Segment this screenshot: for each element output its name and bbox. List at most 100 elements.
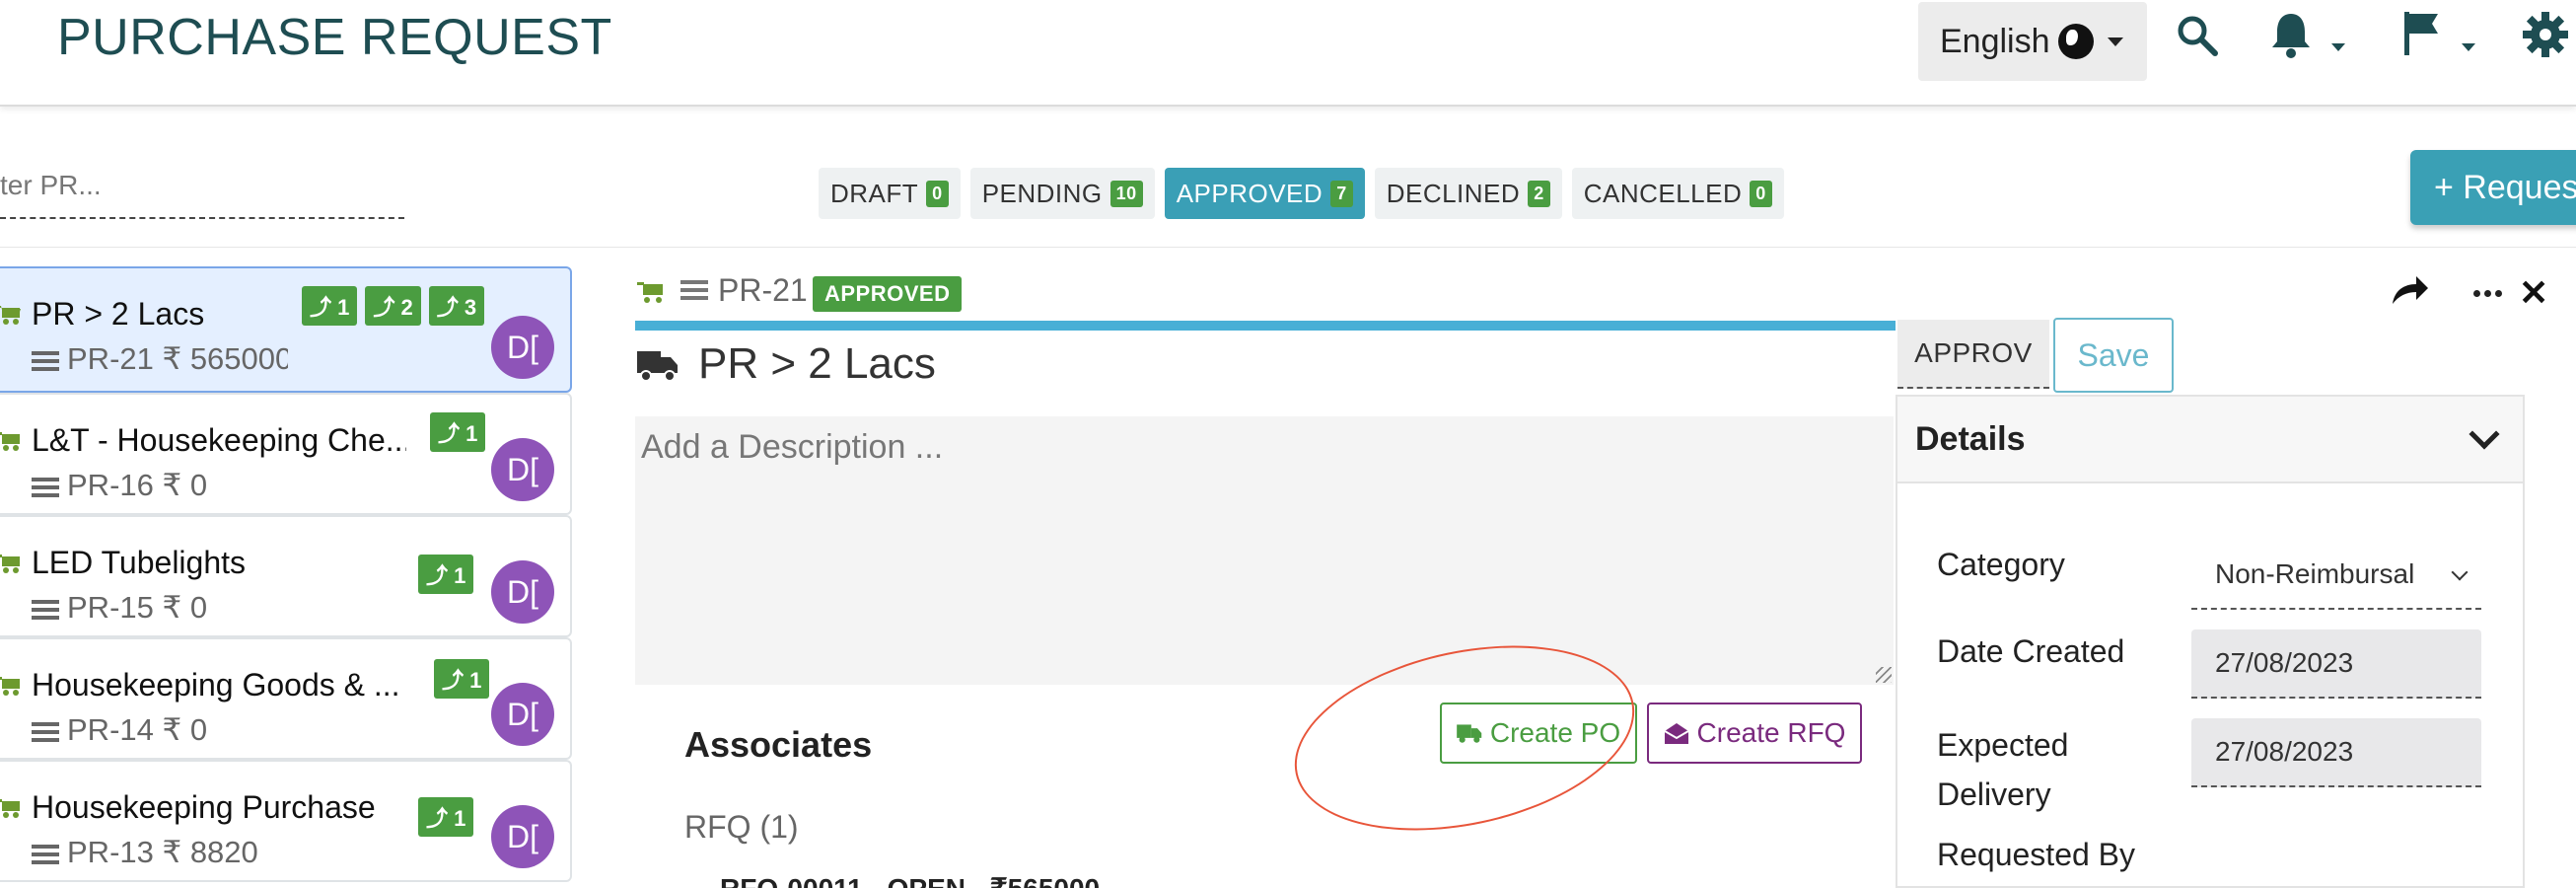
list-icon <box>32 477 59 497</box>
list-icon <box>32 844 59 864</box>
language-selector[interactable]: English <box>1918 2 2147 81</box>
cart-icon <box>0 799 20 818</box>
tab-draft[interactable]: DRAFT 0 <box>819 168 961 219</box>
flag-icon[interactable] <box>2402 10 2444 57</box>
tab-count: 7 <box>1330 180 1353 207</box>
globe-icon <box>2057 24 2094 59</box>
chevron-down-icon <box>2107 37 2123 46</box>
approval-steps: ⤴ 1 <box>418 555 474 594</box>
details-panel: Details Category Non-Reimbursal Date Cre… <box>1896 395 2525 888</box>
tab-label: PENDING <box>981 178 1103 208</box>
expected-delivery-field[interactable]: 27/08/2023 <box>2191 718 2481 787</box>
details-title: Details <box>1915 419 2026 458</box>
close-icon[interactable]: ✕ <box>2519 272 2548 314</box>
approval-steps: ⤴ 1 ⤴ 2 ⤴ 3 <box>302 286 485 326</box>
list-item[interactable]: LED Tubelights PR-15 ₹ 0 ⤴ 1 D[ <box>0 515 572 637</box>
chevron-down-icon <box>2451 563 2469 581</box>
chevron-down-icon[interactable] <box>2469 418 2500 450</box>
date-created-value: 27/08/2023 <box>2215 647 2354 678</box>
approval-steps: ⤴ 1 <box>434 659 490 699</box>
step-badge: ⤴ 1 <box>418 555 474 594</box>
tab-count: 2 <box>1528 180 1550 207</box>
avatar: D[ <box>491 683 554 746</box>
requested-by-label: Requested By <box>1937 837 2136 872</box>
date-created-field[interactable]: 27/08/2023 <box>2191 629 2481 699</box>
pr-number-amount: PR-13 ₹ 8820 <box>67 835 258 869</box>
description-textarea[interactable]: Add a Description ... <box>635 416 1894 685</box>
pr-subtitle: PR-16 ₹ 0 <box>32 468 207 503</box>
details-header[interactable]: Details <box>1897 397 2523 483</box>
avatar: D[ <box>491 805 554 868</box>
tab-declined[interactable]: DECLINED 2 <box>1374 168 1562 219</box>
tab-pending[interactable]: PENDING 10 <box>969 168 1155 219</box>
bell-icon[interactable] <box>2268 10 2314 59</box>
pr-title: L&T - Housekeeping Che... <box>32 422 406 458</box>
step-number: 1 <box>469 668 482 693</box>
expected-delivery-label: Expected Delivery <box>1937 720 2068 819</box>
step-badge: ⤴ 2 <box>365 286 421 326</box>
save-button[interactable]: Save <box>2053 318 2174 393</box>
pr-number-amount: PR-21 ₹ 565000 <box>67 341 288 376</box>
tab-cancelled[interactable]: CANCELLED 0 <box>1571 168 1784 219</box>
expected-label-line2: Delivery <box>1937 777 2051 812</box>
gear-icon[interactable] <box>2521 10 2570 59</box>
date-created-label: Date Created <box>1937 633 2125 669</box>
cart-icon <box>0 306 21 325</box>
step-badge: ⤴ 1 <box>302 286 358 326</box>
create-rfq-label: Create RFQ <box>1696 717 1846 748</box>
detail-pr-id: PR-21 <box>718 272 808 308</box>
pr-subtitle: PR-13 ₹ 8820 <box>32 835 258 870</box>
rfq-heading: RFQ (1) <box>684 809 799 845</box>
pr-subtitle: PR-14 ₹ 0 <box>32 712 207 748</box>
approve-button[interactable]: APPROV <box>1897 320 2049 389</box>
language-label: English <box>1940 22 2050 60</box>
pr-title: LED Tubelights <box>32 545 247 580</box>
category-select[interactable]: Non-Reimbursal <box>2191 541 2481 610</box>
tab-label: DECLINED <box>1386 178 1521 208</box>
status-tabs: DRAFT 0 PENDING 10 APPROVED 7 DECLINED 2 CAN… <box>819 168 1784 219</box>
cart-icon <box>0 432 20 451</box>
pr-number-amount: PR-16 ₹ 0 <box>67 468 208 502</box>
tab-label: APPROVED <box>1176 178 1324 208</box>
list-item[interactable]: PR > 2 Lacs PR-21 ₹ 565000 ⤴ 1 ⤴ 2 ⤴ 3 D… <box>0 266 572 393</box>
pr-subtitle: PR-21 ₹ 565000 <box>32 341 288 377</box>
envelope-open-icon <box>1664 723 1689 744</box>
associates-heading: Associates <box>684 724 873 765</box>
category-value: Non-Reimbursal <box>2215 558 2415 589</box>
list-icon <box>32 721 59 742</box>
new-request-button[interactable]: + Request <box>2410 150 2576 225</box>
approval-steps: ⤴ 1 <box>418 797 474 837</box>
tab-count: 0 <box>1750 180 1772 207</box>
more-options-icon[interactable] <box>2473 290 2502 297</box>
step-badge: ⤴ 1 <box>418 797 474 837</box>
step-number: 1 <box>337 295 350 320</box>
pr-number-amount: PR-14 ₹ 0 <box>67 712 208 747</box>
list-item[interactable]: Housekeeping Goods & ... PR-14 ₹ 0 ⤴ 1 D… <box>0 637 572 760</box>
tab-label: DRAFT <box>830 178 919 208</box>
list-item[interactable]: Housekeeping Purchase PR-13 ₹ 8820 ⤴ 1 D… <box>0 760 572 882</box>
page-title: PURCHASE REQUEST <box>57 9 612 66</box>
tab-label: CANCELLED <box>1583 178 1743 208</box>
step-number: 2 <box>400 295 413 320</box>
divider <box>0 247 2576 248</box>
cart-icon <box>637 282 663 303</box>
tab-approved[interactable]: APPROVED 7 <box>1164 168 1365 219</box>
step-badge: ⤴ 1 <box>434 659 490 699</box>
rfq-row[interactable]: RFQ-00011 - OPEN - ₹565000 <box>720 872 1100 888</box>
flag-caret-icon[interactable] <box>2462 43 2475 51</box>
notifications-caret-icon[interactable] <box>2331 43 2345 51</box>
rfq-row-text: RFQ-00011 - OPEN - ₹565000 <box>720 873 1100 888</box>
approval-steps: ⤴ 1 <box>430 412 486 452</box>
top-header: PURCHASE REQUEST English <box>0 0 2576 107</box>
detail-title: PR > 2 Lacs <box>698 339 936 388</box>
share-icon[interactable] <box>2391 274 2430 306</box>
list-item[interactable]: L&T - Housekeeping Che... PR-16 ₹ 0 ⤴ 1 … <box>0 393 572 515</box>
create-rfq-button[interactable]: Create RFQ <box>1647 703 1862 764</box>
expected-label-line1: Expected <box>1937 727 2069 763</box>
pr-number-amount: PR-15 ₹ 0 <box>67 590 208 625</box>
filter-pr-input[interactable]: ter PR... <box>0 158 404 219</box>
tab-count: 10 <box>1109 180 1143 207</box>
search-icon[interactable] <box>2176 14 2219 57</box>
resize-handle[interactable] <box>1876 667 1892 683</box>
avatar: D[ <box>491 316 554 379</box>
